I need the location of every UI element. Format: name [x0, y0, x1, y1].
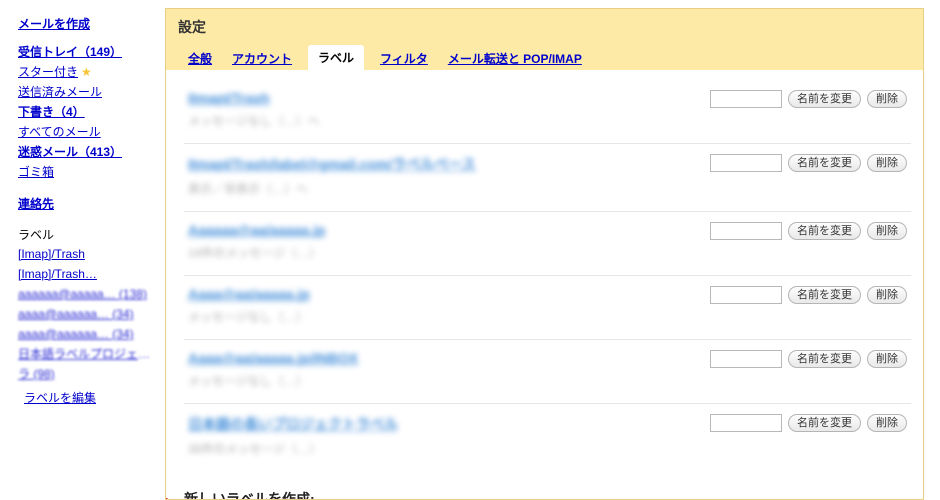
- tab-accounts[interactable]: アカウント: [228, 47, 296, 70]
- label-rename-input[interactable]: [710, 154, 782, 172]
- delete-button[interactable]: 削除: [867, 286, 907, 304]
- starred-link[interactable]: スター付き: [18, 62, 78, 82]
- label-rename-input[interactable]: [710, 90, 782, 108]
- create-label-title: 新しいラベルを作成:: [184, 489, 911, 500]
- sidebar-label-4[interactable]: aaaa@aaaaaa… (34): [18, 304, 157, 324]
- sidebar-label-7[interactable]: ラ (98): [18, 364, 157, 384]
- label-rename-input[interactable]: [710, 222, 782, 240]
- label-name[interactable]: Aaaa@aa/aaaaa.jp: [188, 286, 700, 302]
- rename-button[interactable]: 名前を変更: [788, 154, 861, 172]
- sent-link[interactable]: 送信済みメール: [18, 82, 157, 102]
- drafts-link[interactable]: 下書き（4）: [18, 102, 157, 122]
- spam-link[interactable]: 迷惑メール（413）: [18, 142, 157, 162]
- compose-link[interactable]: メールを作成: [18, 14, 157, 34]
- create-label-block: 1 新しいラベルを作成: 作成: [184, 489, 911, 500]
- label-subtext: 表示／非表示（…）へ: [188, 180, 700, 197]
- label-subtext: メッセージなし（…）へ: [188, 112, 700, 129]
- tab-labels[interactable]: ラベル: [308, 45, 364, 70]
- page-title: 設定: [166, 9, 923, 41]
- label-subtext: メッセージなし（…）: [188, 372, 700, 389]
- label-name[interactable]: Aaaaaa@aa/aaaaa.jp: [188, 222, 700, 238]
- label-subtext: 14件のメッセージ（…）: [188, 244, 700, 261]
- allmail-link[interactable]: すべてのメール: [18, 122, 157, 142]
- label-subtext: 36件のメッセージ（…）: [188, 440, 700, 457]
- labels-tab-content: IImapI/Trashメッセージなし（…）へ名前を変更削除IImapI/Tra…: [166, 70, 923, 500]
- rename-button[interactable]: 名前を変更: [788, 414, 861, 432]
- trash-link[interactable]: ゴミ箱: [18, 162, 157, 182]
- rename-button[interactable]: 名前を変更: [788, 286, 861, 304]
- tab-general[interactable]: 全般: [184, 47, 216, 70]
- label-rename-input[interactable]: [710, 350, 782, 368]
- label-name[interactable]: Aaaa@aa/aaaaa.jp/INBOX: [188, 350, 700, 366]
- settings-tabs: 全般 アカウント ラベル フィルタ メール転送と POP/IMAP: [166, 41, 923, 70]
- label-rename-input[interactable]: [710, 414, 782, 432]
- star-icon: ★: [81, 65, 92, 79]
- label-subtext: メッセージなし（…）: [188, 308, 700, 325]
- rename-button[interactable]: 名前を変更: [788, 90, 861, 108]
- sidebar-label-1[interactable]: [Imap]/Trash: [18, 244, 157, 264]
- contacts-link[interactable]: 連絡先: [18, 194, 157, 214]
- label-name[interactable]: 日本語の長いプロジェクトラベル: [188, 414, 700, 434]
- sidebar-label-5[interactable]: aaaa@aaaaaa… (34): [18, 324, 157, 344]
- edit-labels-link[interactable]: ラベルを編集: [24, 388, 157, 408]
- sidebar-label-2[interactable]: [Imap]/Trash…: [18, 264, 157, 284]
- delete-button[interactable]: 削除: [867, 90, 907, 108]
- label-row: IImapI/Trash メッセージなし（…）へ 名前を変更削除: [184, 80, 911, 144]
- label-row: Aaaa@aa/aaaaa.jp メッセージなし（…） 名前を変更削除: [184, 276, 911, 340]
- label-row: IImapI/Trash/label@gmail.com/ラベルベース表示／非表…: [184, 144, 911, 212]
- label-name[interactable]: IImapI/Trash: [188, 90, 700, 106]
- inbox-link[interactable]: 受信トレイ（149）: [18, 42, 157, 62]
- rename-button[interactable]: 名前を変更: [788, 222, 861, 240]
- label-name[interactable]: IImapI/Trash/label@gmail.com/ラベルベース: [188, 154, 700, 174]
- sidebar-label-6[interactable]: 日本語ラベルプロジェクト: [18, 344, 157, 364]
- tab-filters[interactable]: フィルタ: [376, 47, 432, 70]
- labels-header: ラベル: [18, 226, 157, 244]
- label-row: Aaaa@aa/aaaaa.jp/INBOX メッセージなし（…） 名前を変更削除: [184, 340, 911, 404]
- tab-forwarding[interactable]: メール転送と POP/IMAP: [444, 47, 586, 70]
- label-row: Aaaaaa@aa/aaaaa.jp 14件のメッセージ（…） 名前を変更削除: [184, 212, 911, 276]
- delete-button[interactable]: 削除: [867, 414, 907, 432]
- sidebar: メールを作成 受信トレイ（149） スター付き ★ 送信済みメール 下書き（4）…: [0, 0, 165, 500]
- label-rename-input[interactable]: [710, 286, 782, 304]
- delete-button[interactable]: 削除: [867, 350, 907, 368]
- rename-button[interactable]: 名前を変更: [788, 350, 861, 368]
- delete-button[interactable]: 削除: [867, 154, 907, 172]
- delete-button[interactable]: 削除: [867, 222, 907, 240]
- label-row: 日本語の長いプロジェクトラベル 36件のメッセージ（…） 名前を変更削除: [184, 404, 911, 471]
- settings-panel: 設定 全般 アカウント ラベル フィルタ メール転送と POP/IMAP IIm…: [165, 8, 924, 500]
- sidebar-label-3[interactable]: aaaaaa@aaaaa… (138): [18, 284, 157, 304]
